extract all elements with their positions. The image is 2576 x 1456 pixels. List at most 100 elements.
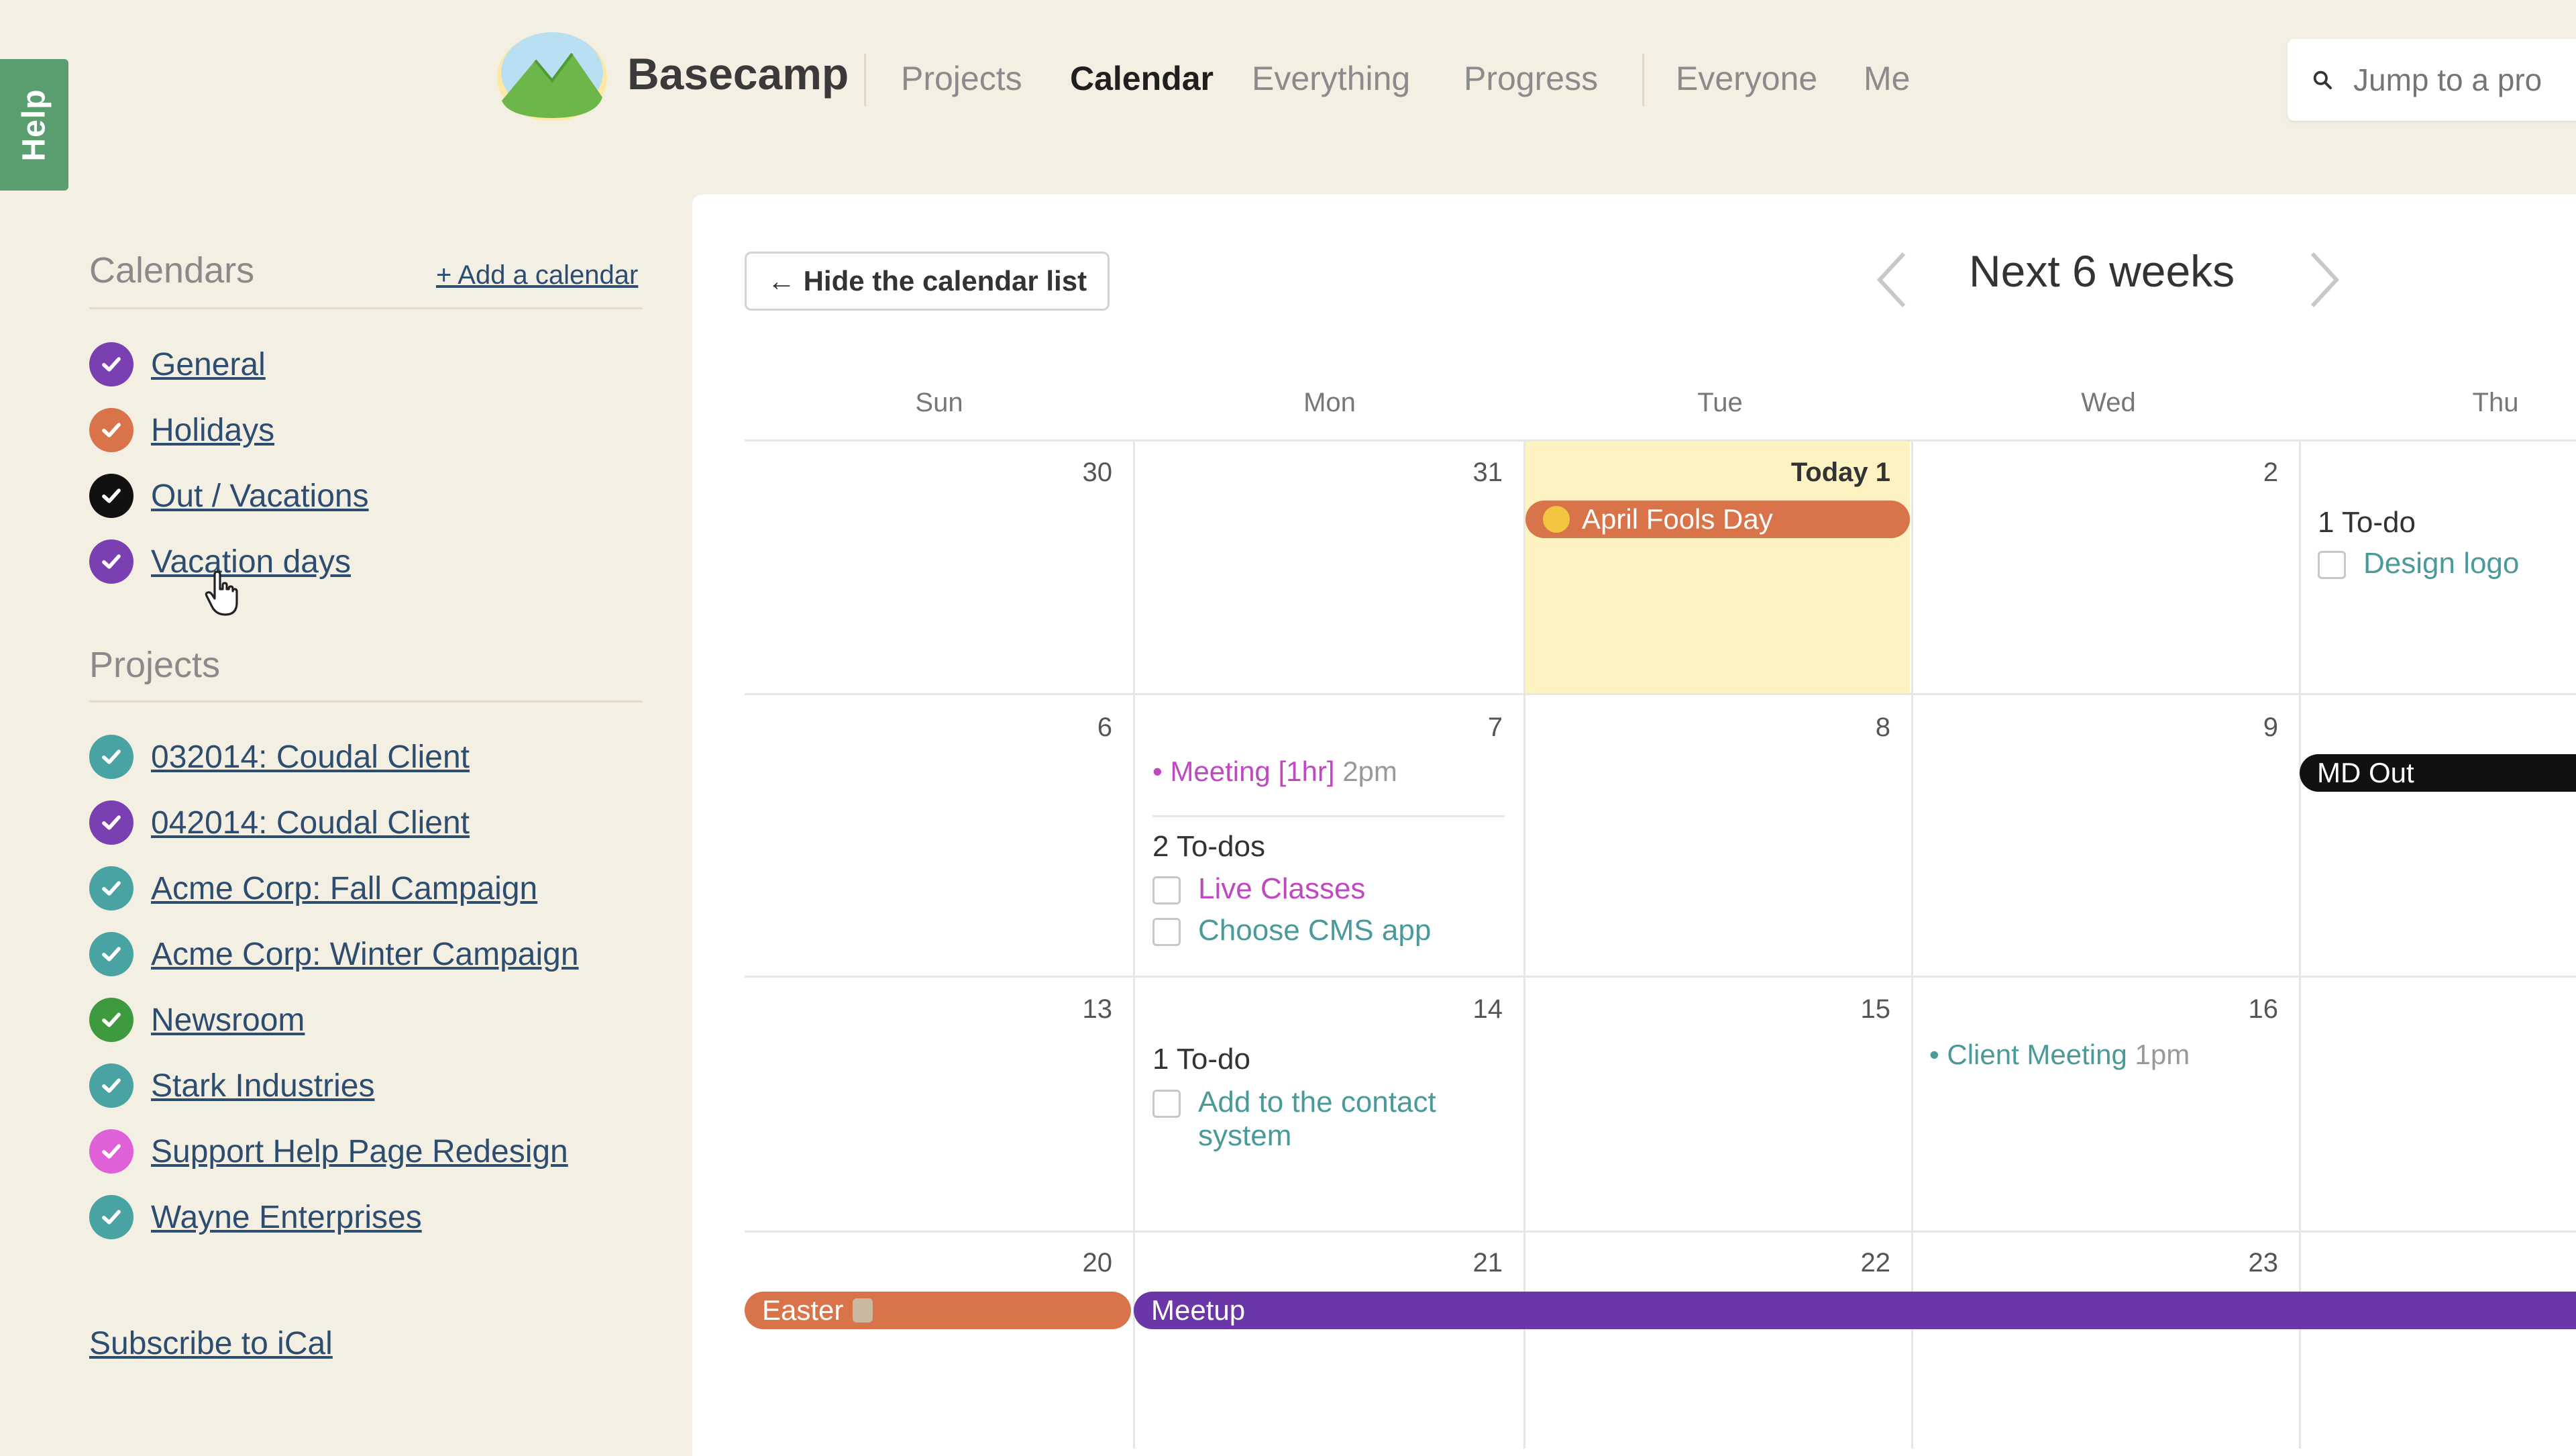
- project-label[interactable]: Wayne Enterprises: [151, 1199, 422, 1236]
- check-icon[interactable]: [89, 998, 133, 1042]
- event-title[interactable]: Client Meeting: [1947, 1039, 2127, 1070]
- project-item[interactable]: Support Help Page Redesign: [89, 1128, 568, 1175]
- todo-checkbox[interactable]: [2318, 551, 2346, 579]
- check-icon[interactable]: [89, 932, 133, 976]
- project-item[interactable]: Wayne Enterprises: [89, 1194, 422, 1241]
- nav-calendar[interactable]: Calendar: [1070, 59, 1214, 98]
- project-item[interactable]: Acme Corp: Fall Campaign: [89, 865, 537, 912]
- day-number[interactable]: 7: [1368, 713, 1503, 743]
- nav-everything[interactable]: Everything: [1252, 59, 1410, 98]
- day-number[interactable]: 20: [978, 1248, 1113, 1278]
- chevron-right-icon[interactable]: [2304, 250, 2345, 310]
- check-icon[interactable]: [89, 1129, 133, 1174]
- todo-checkbox[interactable]: [1152, 876, 1181, 904]
- project-label[interactable]: Acme Corp: Winter Campaign: [151, 936, 579, 973]
- hide-calendar-list-button[interactable]: ← Hide the calendar list: [745, 252, 1110, 311]
- check-icon[interactable]: [89, 474, 133, 518]
- event-meetup[interactable]: Meetup: [1134, 1292, 2576, 1329]
- project-label[interactable]: 042014: Coudal Client: [151, 804, 470, 841]
- todo-label[interactable]: Choose CMS app: [1198, 914, 1431, 947]
- todo-item[interactable]: Live Classes: [1152, 872, 1365, 906]
- check-icon[interactable]: [89, 800, 133, 845]
- project-item[interactable]: Newsroom: [89, 996, 305, 1043]
- check-icon[interactable]: [89, 735, 133, 779]
- today-day-number[interactable]: Today 1: [1756, 458, 1890, 488]
- event-time: 1pm: [2135, 1039, 2190, 1070]
- calendar-label[interactable]: General: [151, 346, 266, 383]
- day-number[interactable]: 23: [2144, 1248, 2279, 1278]
- todo-label[interactable]: Design logo: [2363, 547, 2519, 580]
- calendar-panel: [692, 195, 2576, 1456]
- todo-count: 1 To-do: [2318, 506, 2416, 539]
- projects-heading: Projects: [89, 645, 221, 685]
- grid-line: [1133, 439, 1135, 1449]
- day-number[interactable]: 22: [1756, 1248, 1891, 1278]
- day-number[interactable]: 16: [2144, 994, 2279, 1025]
- todo-item[interactable]: Add to the contact system: [1152, 1086, 1501, 1153]
- calendar-label[interactable]: Holidays: [151, 412, 274, 449]
- todo-item[interactable]: Choose CMS app: [1152, 914, 1431, 947]
- calendar-label[interactable]: Out / Vacations: [151, 478, 369, 515]
- day-number[interactable]: 14: [1368, 994, 1503, 1025]
- calendar-item-general[interactable]: General: [89, 341, 266, 388]
- grid-line: [745, 1231, 2576, 1233]
- check-icon[interactable]: [89, 1063, 133, 1108]
- subscribe-ical-link[interactable]: Subscribe to iCal: [89, 1325, 333, 1362]
- event-meeting[interactable]: • Meeting [1hr] 2pm: [1152, 756, 1397, 788]
- day-number[interactable]: 13: [978, 994, 1113, 1025]
- event-md-out[interactable]: MD Out: [2300, 754, 2576, 792]
- calendar-item-out-vacations[interactable]: Out / Vacations: [89, 472, 369, 519]
- check-icon[interactable]: [89, 1195, 133, 1239]
- event-april-fools[interactable]: April Fools Day: [1525, 501, 1910, 538]
- day-number[interactable]: 6: [978, 713, 1112, 743]
- weekday-thu: Thu: [2472, 388, 2519, 417]
- todo-item[interactable]: Design logo: [2318, 547, 2519, 580]
- divider: [89, 700, 643, 703]
- divider: [89, 307, 643, 309]
- calendar-item-holidays[interactable]: Holidays: [89, 407, 274, 454]
- project-label[interactable]: 032014: Coudal Client: [151, 739, 470, 776]
- nav-progress[interactable]: Progress: [1464, 59, 1598, 98]
- day-number[interactable]: 8: [1756, 713, 1890, 743]
- range-title: Next 6 weeks: [1969, 246, 2235, 296]
- day-number[interactable]: 21: [1368, 1248, 1503, 1278]
- calendar-label[interactable]: Vacation days: [151, 543, 351, 580]
- project-label[interactable]: Newsroom: [151, 1002, 305, 1039]
- check-icon[interactable]: [89, 539, 133, 584]
- todo-checkbox[interactable]: [1152, 918, 1181, 946]
- add-calendar-link[interactable]: + Add a calendar: [436, 260, 638, 291]
- nav-projects[interactable]: Projects: [901, 59, 1022, 98]
- nav-everyone[interactable]: Everyone: [1676, 59, 1817, 98]
- day-number[interactable]: 30: [978, 458, 1113, 488]
- event-easter[interactable]: Easter: [745, 1292, 1131, 1329]
- basecamp-logo-icon[interactable]: [495, 27, 609, 121]
- check-icon[interactable]: [89, 342, 133, 386]
- event-label: April Fools Day: [1582, 503, 1773, 535]
- project-item[interactable]: 032014: Coudal Client: [89, 733, 470, 780]
- project-label[interactable]: Stark Industries: [151, 1068, 374, 1104]
- check-icon[interactable]: [89, 866, 133, 911]
- chevron-left-icon[interactable]: [1872, 250, 1912, 310]
- search-icon: [2313, 70, 2332, 89]
- check-icon[interactable]: [89, 408, 133, 452]
- day-number[interactable]: 31: [1368, 458, 1503, 488]
- project-item[interactable]: Stark Industries: [89, 1062, 374, 1109]
- day-number[interactable]: 15: [1756, 994, 1891, 1025]
- todo-checkbox[interactable]: [1152, 1090, 1181, 1118]
- todo-label[interactable]: Add to the contact system: [1198, 1086, 1501, 1153]
- event-title[interactable]: Meeting [1hr]: [1170, 756, 1334, 787]
- event-client-meeting[interactable]: • Client Meeting 1pm: [1929, 1039, 2190, 1071]
- search-input[interactable]: [2352, 61, 2576, 99]
- day-number[interactable]: 2: [2144, 458, 2278, 488]
- day-number[interactable]: 9: [2144, 713, 2278, 743]
- help-tab[interactable]: Help: [0, 59, 68, 191]
- brand-name[interactable]: Basecamp: [627, 48, 849, 99]
- todo-label[interactable]: Live Classes: [1198, 872, 1365, 906]
- nav-me[interactable]: Me: [1864, 59, 1910, 98]
- project-label[interactable]: Acme Corp: Fall Campaign: [151, 870, 537, 907]
- search-box[interactable]: [2288, 39, 2576, 121]
- event-label: Easter: [762, 1294, 844, 1326]
- project-item[interactable]: Acme Corp: Winter Campaign: [89, 931, 579, 978]
- project-item[interactable]: 042014: Coudal Client: [89, 799, 470, 846]
- project-label[interactable]: Support Help Page Redesign: [151, 1133, 568, 1170]
